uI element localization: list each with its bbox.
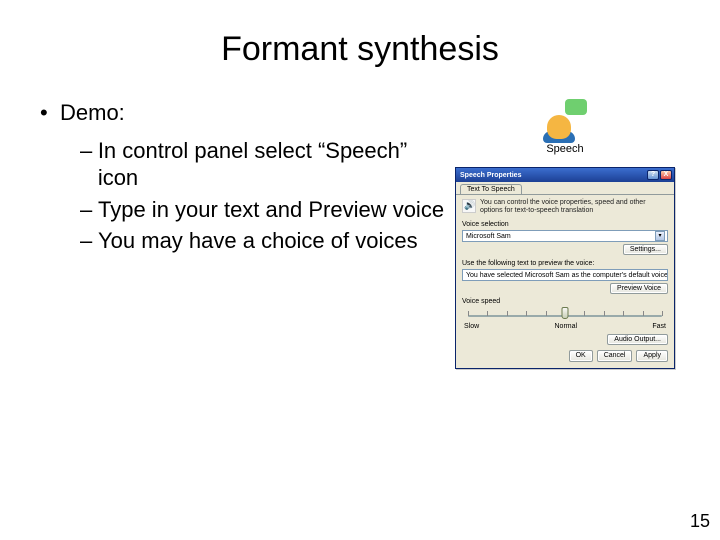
voice-dropdown-value: Microsoft Sam: [466, 233, 655, 240]
subbullet-3: You may have a choice of voices: [98, 227, 418, 255]
close-button[interactable]: X: [660, 170, 672, 180]
apply-button[interactable]: Apply: [636, 350, 668, 362]
cancel-button[interactable]: Cancel: [597, 350, 633, 362]
settings-button[interactable]: Settings...: [623, 244, 668, 255]
preview-text-input[interactable]: You have selected Microsoft Sam as the c…: [462, 269, 668, 281]
speech-icon-label: Speech: [543, 143, 587, 155]
preview-voice-button[interactable]: Preview Voice: [610, 283, 668, 294]
help-button[interactable]: ?: [647, 170, 659, 180]
speed-fast-label: Fast: [652, 323, 666, 330]
chevron-down-icon[interactable]: ▾: [655, 231, 665, 241]
subbullet-1: In control panel select “Speech” icon: [98, 137, 450, 192]
bullet-dash: –: [80, 227, 98, 255]
speech-icon: [543, 99, 587, 139]
voice-speed-slider[interactable]: [468, 307, 662, 321]
speed-slow-label: Slow: [464, 323, 479, 330]
slide-text: • Demo: – In control panel select “Speec…: [40, 99, 450, 259]
preview-label: Use the following text to preview the vo…: [462, 260, 668, 267]
voice-speed-label: Voice speed: [462, 298, 668, 305]
slide-title: Formant synthesis: [40, 30, 680, 69]
tab-text-to-speech[interactable]: Text To Speech: [460, 184, 522, 194]
ok-button[interactable]: OK: [569, 350, 593, 362]
audio-output-button[interactable]: Audio Output...: [607, 334, 668, 345]
subbullet-2: Type in your text and Preview voice: [98, 196, 444, 224]
speech-shortcut: Speech: [543, 99, 587, 155]
bullet-main: Demo:: [60, 99, 125, 127]
bullet-dash: –: [80, 137, 98, 192]
voice-selection-label: Voice selection: [462, 221, 668, 228]
dialog-hint: You can control the voice properties, sp…: [480, 199, 668, 215]
bullet-dash: –: [80, 196, 98, 224]
speech-properties-dialog: Speech Properties ? X Text To Speech You…: [455, 167, 675, 369]
dialog-title: Speech Properties: [460, 172, 521, 179]
bullet-dot: •: [40, 99, 60, 127]
voice-dropdown[interactable]: Microsoft Sam ▾: [462, 230, 668, 242]
slider-thumb[interactable]: [562, 307, 569, 319]
speed-normal-label: Normal: [555, 323, 578, 330]
page-number: 15: [690, 511, 710, 532]
speaker-icon: [462, 199, 476, 213]
